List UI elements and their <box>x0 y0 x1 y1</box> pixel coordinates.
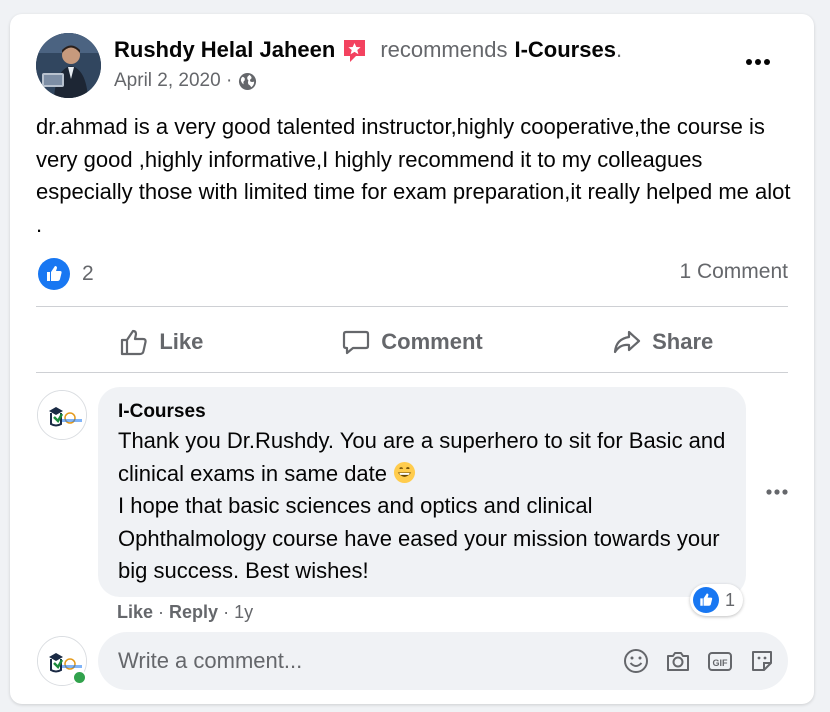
post-date[interactable]: April 2, 2020 · <box>114 70 232 92</box>
emoji-icon[interactable] <box>622 647 650 675</box>
comment-line-1: Thank you Dr.Rushdy. You are a superhero… <box>118 428 726 486</box>
like-reaction-icon <box>693 587 719 613</box>
online-status-dot <box>72 670 87 685</box>
commenter-avatar[interactable] <box>37 390 87 440</box>
comment-reaction-count: 1 <box>725 589 736 610</box>
page-suffix: . <box>615 36 623 62</box>
recommends-text: recommends <box>380 36 508 62</box>
comment-composer[interactable]: GIF <box>98 632 788 690</box>
reaction-summary[interactable]: 2 <box>38 258 94 290</box>
like-label: Like <box>159 329 204 354</box>
divider-top <box>36 306 788 307</box>
recommendation-star-icon <box>341 37 368 64</box>
gif-icon[interactable]: GIF <box>706 647 734 675</box>
comment-count-link[interactable]: 1 Comment <box>679 260 788 284</box>
like-count: 2 <box>82 262 94 285</box>
comment-button[interactable]: Comment <box>287 316 538 368</box>
share-label: Share <box>652 329 714 354</box>
comment-age[interactable]: 1y <box>234 602 253 623</box>
separator-dot: · <box>223 602 230 622</box>
comment-action-row: Like · Reply · 1y <box>117 602 253 623</box>
comment-label: Comment <box>381 329 483 354</box>
comment-more-options-icon[interactable] <box>764 483 790 501</box>
comment-reaction-pill[interactable]: 1 <box>690 584 744 616</box>
comment-author[interactable]: I-Courses <box>118 401 726 423</box>
author-name[interactable]: Rushdy Helal Jaheen <box>114 37 335 63</box>
comment-input[interactable] <box>118 648 588 674</box>
svg-text:GIF: GIF <box>713 658 729 668</box>
post-card: Rushdy Helal Jaheen recommends I-Courses… <box>10 14 814 704</box>
comment-bubble: I-Courses Thank you Dr.Rushdy. You are a… <box>98 387 746 597</box>
like-button[interactable]: Like <box>36 316 287 368</box>
more-options-icon[interactable] <box>744 52 772 72</box>
comment-line-2: I hope that basic sciences and optics an… <box>118 493 720 583</box>
grinning-face-emoji-icon <box>393 461 416 484</box>
thumbs-up-icon <box>121 329 147 356</box>
globe-icon <box>239 72 257 90</box>
page-link[interactable]: I-Courses <box>514 37 615 63</box>
share-button[interactable]: Share <box>537 316 788 368</box>
comment-reply-link[interactable]: Reply <box>169 602 218 623</box>
composer-tools: GIF <box>622 647 776 675</box>
comment-like-link[interactable]: Like <box>117 602 153 623</box>
sticker-icon[interactable] <box>748 647 776 675</box>
separator-dot: · <box>158 602 165 622</box>
comment-bubble-icon <box>343 330 370 355</box>
author-avatar[interactable] <box>36 33 101 98</box>
camera-icon[interactable] <box>664 647 692 675</box>
post-header: Rushdy Helal Jaheen recommends I-Courses… <box>114 36 622 63</box>
post-meta: April 2, 2020 · <box>114 70 257 92</box>
post-action-bar: Like Comment Share <box>36 316 788 368</box>
share-arrow-icon <box>613 330 641 354</box>
post-body: dr.ahmad is a very good talented instruc… <box>36 114 791 237</box>
like-reaction-icon <box>38 258 70 290</box>
comment-text: Thank you Dr.Rushdy. You are a superhero… <box>118 425 726 588</box>
divider-bottom <box>36 372 788 373</box>
